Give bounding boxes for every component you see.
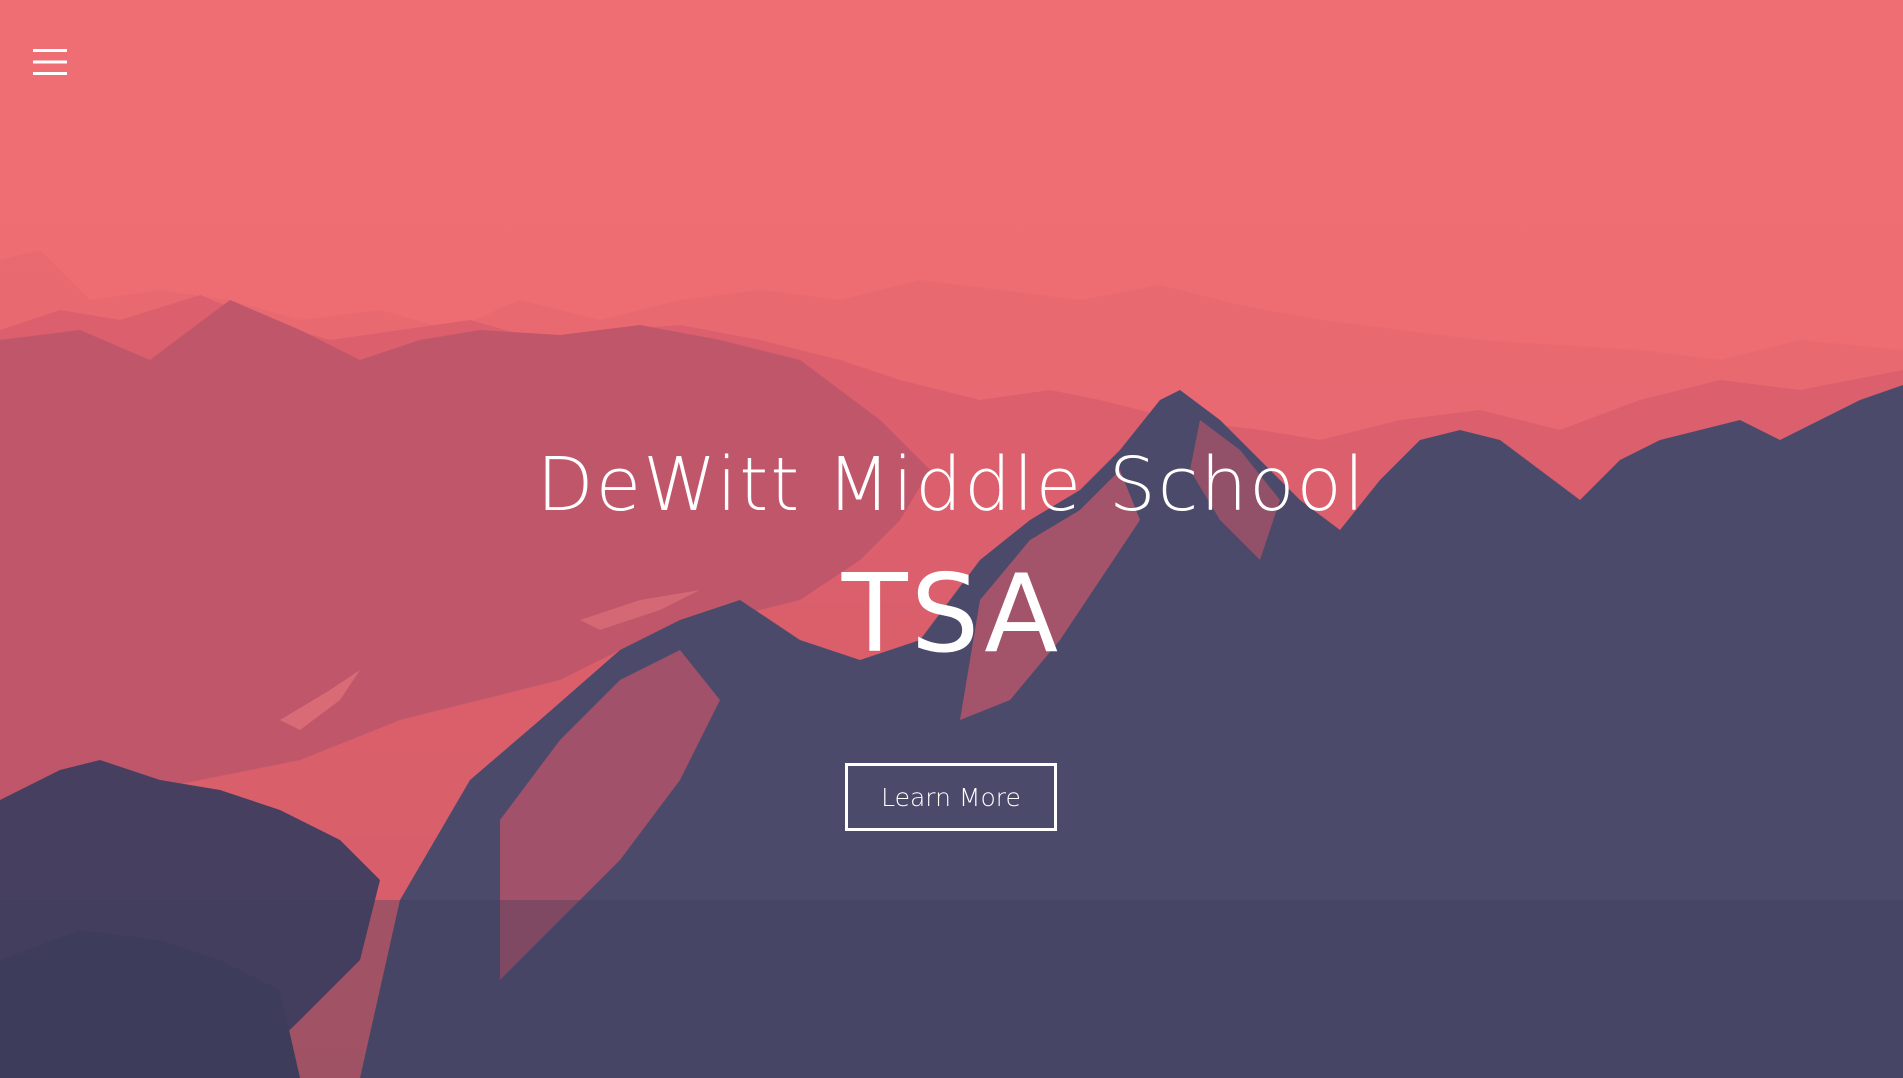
organization-name-heading: TSA: [841, 552, 1062, 677]
hero-section: DeWitt Middle School TSA Learn More: [0, 0, 1903, 1078]
school-name-heading: DeWitt Middle School: [536, 442, 1367, 528]
hero-content: DeWitt Middle School TSA: [0, 430, 1903, 680]
hamburger-menu-icon: [33, 49, 67, 75]
hamburger-menu-button[interactable]: [30, 44, 70, 80]
learn-more-button[interactable]: Learn More: [845, 763, 1057, 831]
